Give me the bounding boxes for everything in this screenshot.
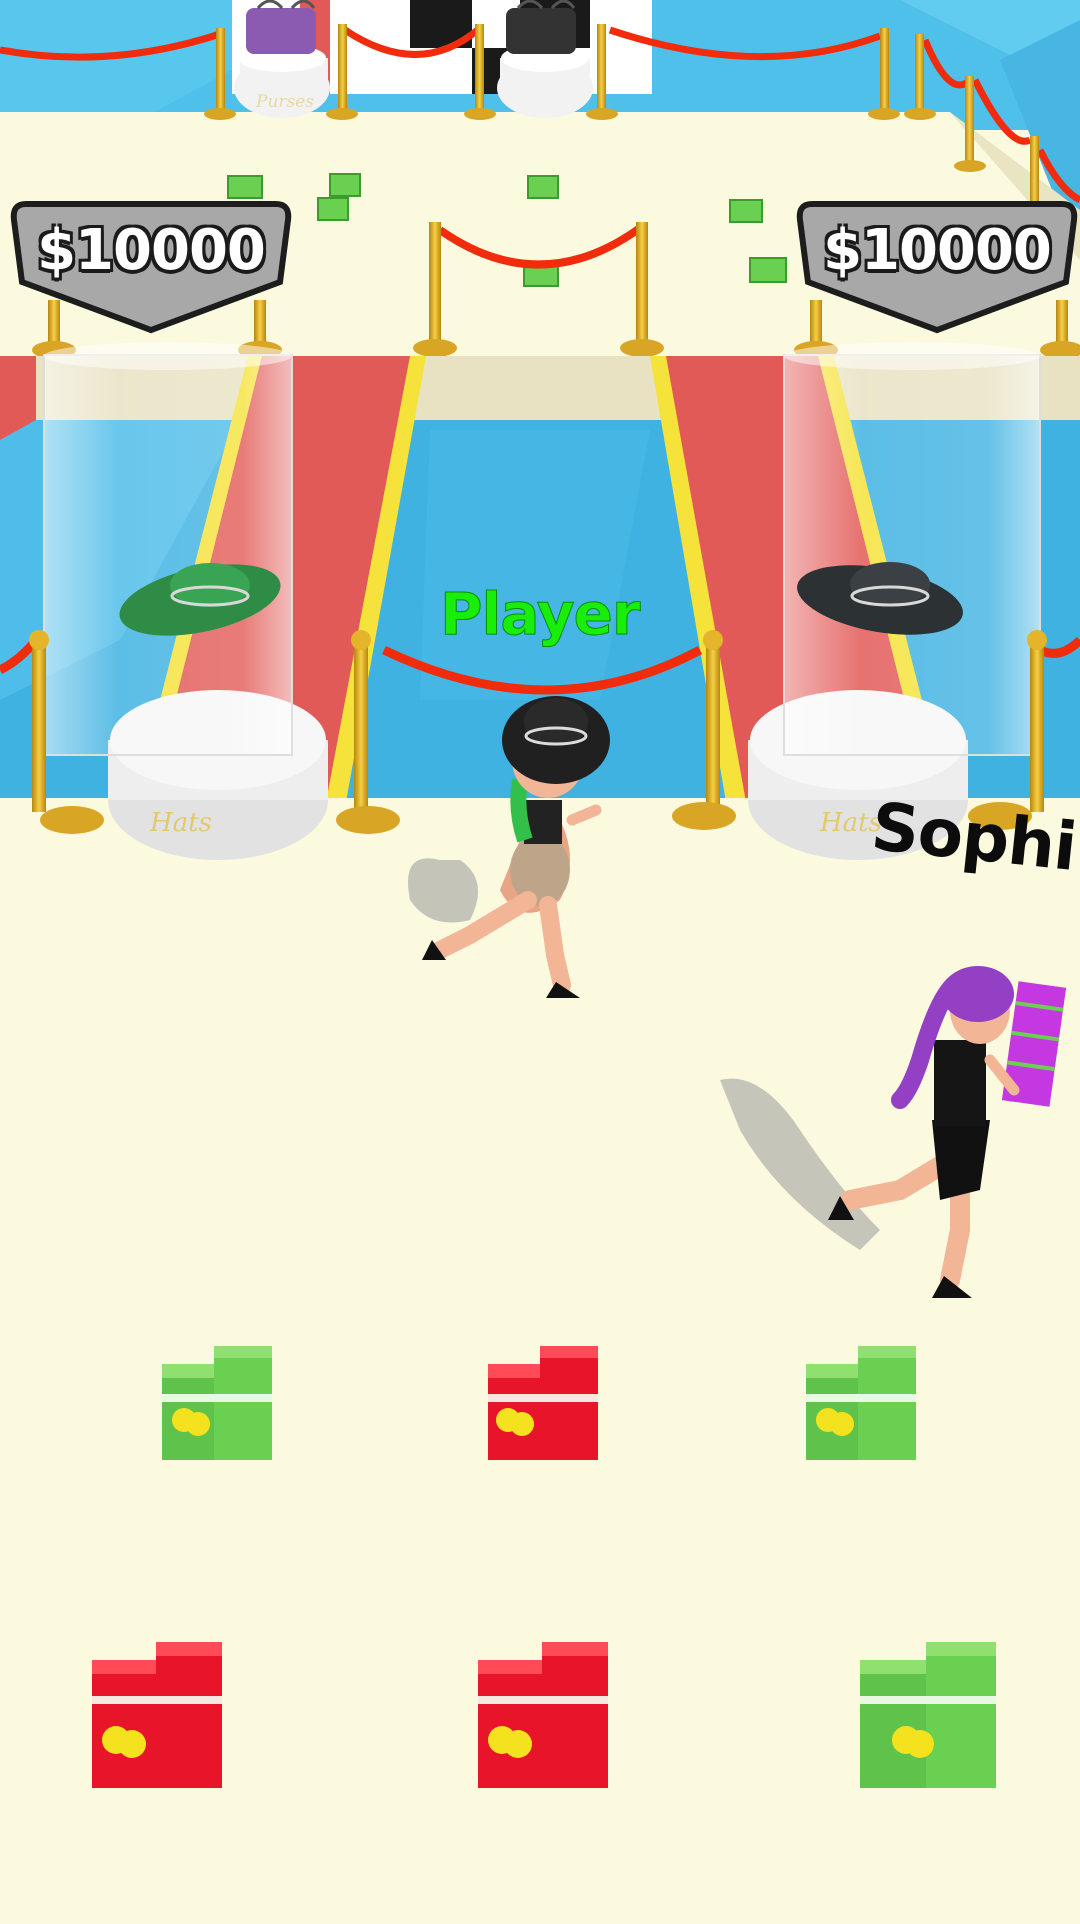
hat-pedestal-label-left: Hats (150, 808, 212, 838)
money-stack-5 (478, 1642, 608, 1788)
price-label-right: $10000 (823, 218, 1052, 283)
price-label-left: $10000 (37, 218, 266, 283)
game-scene[interactable]: $10000 $10000 Purses Hats Hats Player So… (0, 0, 1080, 1920)
money-stack-4 (92, 1642, 222, 1788)
price-sign-left: $10000 (8, 196, 294, 336)
price-sign-right: $10000 (794, 196, 1080, 336)
far-pedestal-label: Purses (256, 92, 315, 112)
player-name-label: Player (440, 580, 641, 649)
money-stack-6 (860, 1642, 996, 1788)
